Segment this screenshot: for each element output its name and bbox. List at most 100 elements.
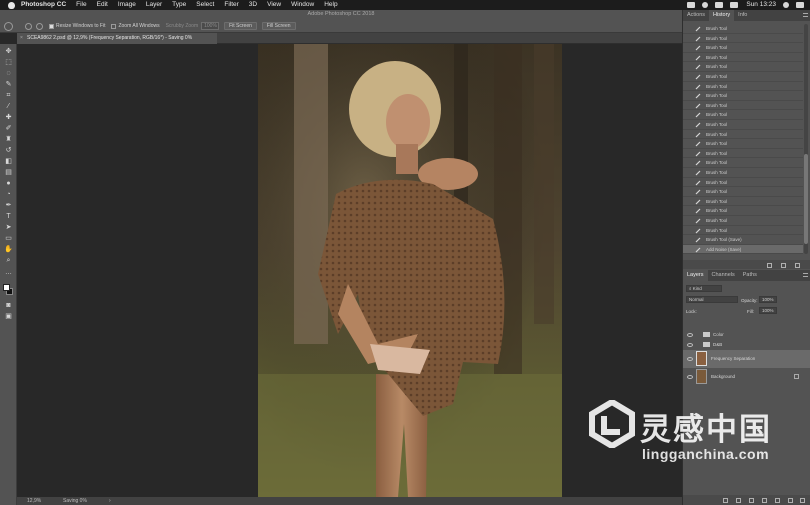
- eyedropper-tool-icon[interactable]: ⁄: [4, 103, 13, 111]
- type-tool-icon[interactable]: T: [4, 213, 13, 221]
- adjustment-icon[interactable]: [762, 498, 767, 503]
- menu-file[interactable]: File: [76, 0, 86, 10]
- layer-row[interactable]: D&B: [683, 340, 810, 350]
- menu-help[interactable]: Help: [324, 0, 337, 10]
- history-item[interactable]: Brush Tool (Save): [683, 235, 803, 245]
- history-item[interactable]: Brush Tool: [683, 110, 803, 120]
- wifi-icon[interactable]: [715, 2, 724, 8]
- healing-tool-icon[interactable]: ✚: [4, 114, 13, 122]
- clone-stamp-tool-icon[interactable]: ♜: [4, 136, 13, 144]
- marquee-tool-icon[interactable]: ⬚: [4, 59, 13, 67]
- delete-layer-icon[interactable]: [800, 498, 805, 503]
- visibility-eye-icon[interactable]: [687, 375, 693, 379]
- history-item[interactable]: Brush Tool: [683, 226, 803, 236]
- eraser-tool-icon[interactable]: ◧: [4, 158, 13, 166]
- history-item[interactable]: Brush Tool: [683, 34, 803, 44]
- visibility-eye-icon[interactable]: [687, 357, 693, 361]
- menubar-clock[interactable]: Sun 13:23: [746, 0, 776, 10]
- menu-filter[interactable]: Filter: [224, 0, 238, 10]
- lock-icon[interactable]: [794, 374, 799, 379]
- history-item[interactable]: Brush Tool: [683, 130, 803, 140]
- menu-type[interactable]: Type: [172, 0, 186, 10]
- zoom-all-checkbox[interactable]: [111, 23, 117, 29]
- trash-icon[interactable]: [795, 263, 800, 268]
- document-tab[interactable]: × SCEA9862 2.psd @ 12,9% (Frequency Sepa…: [17, 33, 217, 44]
- hand-tool-icon[interactable]: ✋: [4, 246, 13, 254]
- fx-icon[interactable]: [736, 498, 741, 503]
- tab-layers[interactable]: Layers: [683, 270, 708, 281]
- brush-tool-icon[interactable]: ✐: [4, 125, 13, 133]
- history-item[interactable]: Brush Tool: [683, 91, 803, 101]
- scrubby-zoom-label[interactable]: Scrubby Zoom: [166, 23, 199, 29]
- menu-view[interactable]: View: [267, 0, 281, 10]
- dropbox-icon[interactable]: [687, 2, 696, 8]
- history-item[interactable]: Brush Tool: [683, 158, 803, 168]
- battery-icon[interactable]: [730, 2, 739, 8]
- history-item[interactable]: Brush Tool: [683, 197, 803, 207]
- layer-row-selected[interactable]: Frequency Separation: [683, 350, 810, 368]
- zoom-value-field[interactable]: 100%: [201, 22, 220, 30]
- crop-tool-icon[interactable]: ⌗: [4, 92, 13, 100]
- new-group-icon[interactable]: [775, 498, 780, 503]
- screen-mode-icon[interactable]: ▣: [4, 313, 13, 321]
- history-item[interactable]: Brush Tool: [683, 82, 803, 92]
- foreground-color-swatch[interactable]: [3, 284, 10, 291]
- zoom-out-icon[interactable]: [36, 22, 43, 30]
- history-item[interactable]: Brush Tool: [683, 216, 803, 226]
- status-arrow-icon[interactable]: ›: [109, 497, 111, 505]
- history-item[interactable]: Brush Tool: [683, 178, 803, 188]
- status-zoom[interactable]: 12,9%: [27, 497, 41, 505]
- visibility-eye-icon[interactable]: [687, 333, 693, 337]
- layer-row[interactable]: Color: [683, 330, 810, 340]
- lasso-tool-icon[interactable]: ◌: [4, 70, 13, 78]
- visibility-eye-icon[interactable]: [687, 343, 693, 347]
- history-item[interactable]: Brush Tool: [683, 168, 803, 178]
- history-item[interactable]: Brush Tool: [683, 120, 803, 130]
- history-item[interactable]: Brush Tool: [683, 24, 803, 34]
- menu-3d[interactable]: 3D: [249, 0, 257, 10]
- history-item[interactable]: Brush Tool: [683, 149, 803, 159]
- history-item[interactable]: Brush Tool: [683, 206, 803, 216]
- quick-mask-icon[interactable]: ◙: [4, 302, 13, 310]
- gradient-tool-icon[interactable]: ▤: [4, 169, 13, 177]
- tab-channels[interactable]: Channels: [708, 270, 739, 281]
- menu-window[interactable]: Window: [291, 0, 314, 10]
- camera-icon[interactable]: [781, 263, 786, 268]
- menu-edit[interactable]: Edit: [97, 0, 108, 10]
- pen-tool-icon[interactable]: ✒: [4, 202, 13, 210]
- tab-history[interactable]: History: [709, 10, 735, 21]
- path-select-tool-icon[interactable]: ➤: [4, 224, 13, 232]
- resize-windows-checkbox[interactable]: [49, 23, 54, 29]
- zoom-in-icon[interactable]: [25, 22, 32, 30]
- blur-tool-icon[interactable]: ●: [4, 180, 13, 188]
- layers-menu-icon[interactable]: [803, 273, 808, 277]
- zoom-tool-icon[interactable]: ⌕: [4, 257, 13, 265]
- zoom-tool-icon[interactable]: [4, 21, 13, 31]
- panel-menu-icon[interactable]: [803, 13, 808, 17]
- fill-field[interactable]: 100%: [759, 307, 777, 314]
- new-layer-icon[interactable]: [788, 498, 793, 503]
- tab-actions[interactable]: Actions: [683, 10, 709, 21]
- move-tool-icon[interactable]: ✥: [4, 48, 13, 56]
- layer-row[interactable]: Background: [683, 368, 810, 386]
- menu-app-name[interactable]: Photoshop CC: [21, 0, 66, 10]
- menu-layer[interactable]: Layer: [146, 0, 162, 10]
- close-tab-icon[interactable]: ×: [20, 33, 23, 44]
- link-icon[interactable]: [723, 498, 728, 503]
- fill-screen-button[interactable]: Fill Screen: [261, 22, 296, 30]
- fit-screen-button[interactable]: Fit Screen: [224, 22, 257, 30]
- history-item-current[interactable]: Add Noise (Save): [683, 244, 803, 255]
- tab-info[interactable]: Info: [734, 10, 751, 21]
- spotlight-icon[interactable]: [783, 2, 789, 8]
- history-item[interactable]: Brush Tool: [683, 101, 803, 111]
- shape-tool-icon[interactable]: ▭: [4, 235, 13, 243]
- layer-filter-select[interactable]: ⌕ Kind: [686, 285, 722, 292]
- dodge-tool-icon[interactable]: ◔: [4, 191, 13, 199]
- menu-image[interactable]: Image: [118, 0, 136, 10]
- history-item[interactable]: Brush Tool: [683, 62, 803, 72]
- history-item[interactable]: Brush Tool: [683, 53, 803, 63]
- apple-icon[interactable]: [8, 1, 15, 9]
- opacity-field[interactable]: 100%: [759, 296, 777, 303]
- timemachine-icon[interactable]: [702, 2, 709, 8]
- history-item[interactable]: Brush Tool: [683, 139, 803, 149]
